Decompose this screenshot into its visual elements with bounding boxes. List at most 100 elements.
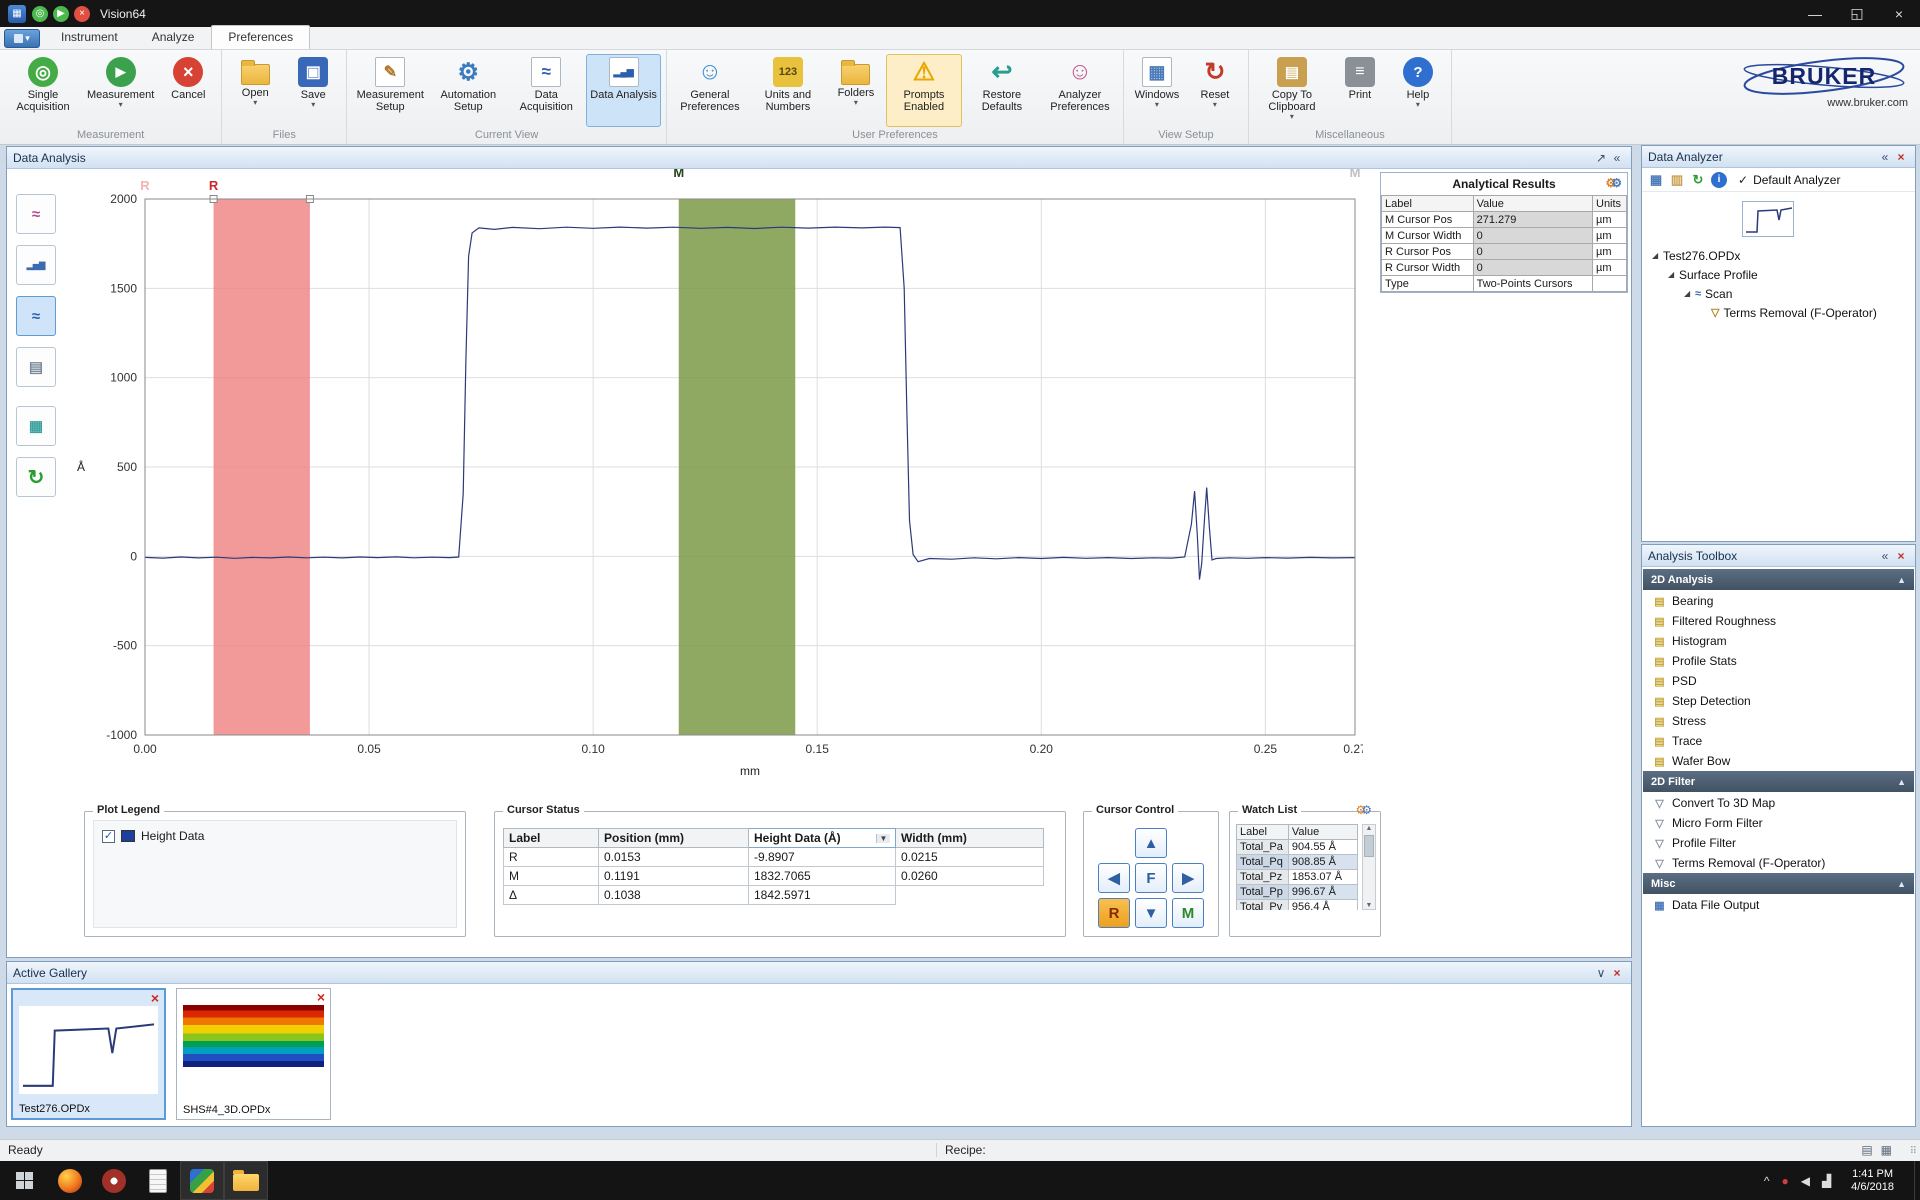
measurement-setup-button[interactable]: ✎Measurement Setup: [352, 54, 428, 127]
copy-to-clipboard-button[interactable]: ▤Copy To Clipboard▾: [1254, 54, 1330, 127]
tray-app-icon[interactable]: ●: [1781, 1174, 1788, 1188]
qat-cancel-icon[interactable]: ×: [74, 6, 90, 22]
tree-expander-icon[interactable]: ◢: [1668, 270, 1679, 279]
hidden-icons-button[interactable]: ^: [1764, 1174, 1770, 1188]
wind-ows-button[interactable]: ▦Wind­ows▾: [1129, 54, 1185, 127]
close-thumbnail-icon[interactable]: ×: [317, 990, 325, 1004]
measurement-button[interactable]: ▶Measurement▾: [83, 54, 158, 127]
undock-panel-icon[interactable]: ↗: [1593, 151, 1609, 165]
restore-button[interactable]: ◱: [1836, 0, 1878, 27]
r-cursor-region[interactable]: [214, 199, 310, 735]
toolbox-item-profile-stats[interactable]: ▤Profile Stats: [1643, 651, 1914, 671]
help-button[interactable]: ?Help▾: [1390, 54, 1446, 127]
toolbox-section-2d-analysis[interactable]: 2D Analysis▲: [1643, 569, 1914, 590]
single-acquisition-button[interactable]: ◎Single Acquisition: [5, 54, 81, 127]
legend-checkbox[interactable]: ✓: [102, 830, 115, 843]
toolbox-item-filtered-roughness[interactable]: ▤Filtered Roughness: [1643, 611, 1914, 631]
collapse-panel-icon[interactable]: «: [1877, 150, 1893, 164]
close-panel-icon[interactable]: ×: [1609, 966, 1625, 980]
collapse-panel-icon[interactable]: «: [1877, 549, 1893, 563]
watch-list-settings-gears-icon[interactable]: ⚙⚙: [1355, 803, 1372, 817]
cursor-up-button[interactable]: ▲: [1135, 828, 1167, 858]
tab-instrument[interactable]: Instrument: [44, 25, 135, 49]
multi-plot-tool[interactable]: ≈: [16, 194, 56, 234]
open-button[interactable]: Open▾: [227, 54, 283, 127]
default-analyzer-label[interactable]: Default Analyzer: [1753, 173, 1840, 187]
toolbox-item-step-detection[interactable]: ▤Step Detection: [1643, 691, 1914, 711]
cursor-down-button[interactable]: ▼: [1135, 898, 1167, 928]
folders-button[interactable]: Folders▾: [828, 54, 884, 127]
tree-item-test276-opdx[interactable]: ◢Test276.OPDx: [1648, 246, 1911, 265]
save-analyzer-icon[interactable]: ▥: [1669, 172, 1685, 188]
histogram-tool[interactable]: ▂▅▇: [16, 245, 56, 285]
toolbox-item-histogram[interactable]: ▤Histogram: [1643, 631, 1914, 651]
cursor-m-button[interactable]: M: [1172, 898, 1204, 928]
collapse-panel-icon[interactable]: ∨: [1593, 966, 1609, 980]
chevron-down-icon[interactable]: ▼: [876, 834, 890, 843]
analytical-results-settings-gears-icon[interactable]: ⚙⚙: [1605, 176, 1622, 190]
cursor-f-button[interactable]: F: [1135, 863, 1167, 893]
tree-item-terms-removal-f-operator[interactable]: ▽Terms Removal (F-Operator): [1648, 303, 1911, 322]
watch-list-scrollbar[interactable]: ▲ ▼: [1362, 824, 1376, 910]
tree-expander-icon[interactable]: ◢: [1684, 289, 1695, 298]
minimize-button[interactable]: —: [1794, 0, 1836, 27]
report-tool[interactable]: ▤: [16, 347, 56, 387]
start-button[interactable]: [0, 1161, 48, 1200]
qat-measurement-icon[interactable]: ▶: [53, 6, 69, 22]
close-button[interactable]: ×: [1878, 0, 1920, 27]
cursor-right-button[interactable]: ▶: [1172, 863, 1204, 893]
toolbox-item-micro-form-filter[interactable]: ▽Micro Form Filter: [1643, 813, 1914, 833]
refresh-tool[interactable]: ↻: [16, 457, 56, 497]
save-button[interactable]: ▣Save▾: [285, 54, 341, 127]
volume-icon[interactable]: ◀: [1801, 1174, 1810, 1188]
show-desktop-button[interactable]: [1914, 1161, 1920, 1200]
network-icon[interactable]: ▟: [1822, 1174, 1831, 1188]
taskbar-notes-app-icon[interactable]: [136, 1161, 180, 1200]
taskbar-browser-app-icon[interactable]: [92, 1161, 136, 1200]
units-and-numbers-button[interactable]: 123Units and Numbers: [750, 54, 826, 127]
scroll-up-icon[interactable]: ▲: [1366, 825, 1373, 832]
scrollbar-thumb[interactable]: [1364, 835, 1374, 857]
toolbox-item-bearing[interactable]: ▤Bearing: [1643, 591, 1914, 611]
taskbar-clock[interactable]: 1:41 PM 4/6/2018: [1843, 1168, 1902, 1194]
collapse-arrow-icon[interactable]: ▲: [1897, 575, 1906, 585]
collapse-arrow-icon[interactable]: ▲: [1897, 777, 1906, 787]
taskbar-media-app-icon[interactable]: [48, 1161, 92, 1200]
gallery-item-test276-opdx[interactable]: ×Test276.OPDx: [11, 988, 166, 1120]
toolbox-item-stress[interactable]: ▤Stress: [1643, 711, 1914, 731]
blocks-tool[interactable]: ▦: [16, 406, 56, 446]
toolbox-item-wafer-bow[interactable]: ▤Wafer Bow: [1643, 751, 1914, 771]
tree-item-surface-profile[interactable]: ◢Surface Profile: [1648, 265, 1911, 284]
toolbox-item-convert-to-3d-map[interactable]: ▽Convert To 3D Map: [1643, 793, 1914, 813]
general-preferences-button[interactable]: ☺General Preferences: [672, 54, 748, 127]
toolbox-section-2d-filter[interactable]: 2D Filter▲: [1643, 771, 1914, 792]
tab-analyze[interactable]: Analyze: [135, 25, 212, 49]
cursor-left-button[interactable]: ◀: [1098, 863, 1130, 893]
status-view-toggle-1-icon[interactable]: ▤: [1861, 1143, 1872, 1157]
restore-defaults-button[interactable]: ↩Restore Defaults: [964, 54, 1040, 127]
print-button[interactable]: ≡Print: [1332, 54, 1388, 127]
collapse-panel-icon[interactable]: «: [1609, 151, 1625, 165]
new-analyzer-icon[interactable]: ▦: [1648, 172, 1664, 188]
status-view-toggle-2-icon[interactable]: ▦: [1881, 1143, 1892, 1157]
height-data-column-select[interactable]: Height Data (Å)▼: [749, 829, 896, 848]
profile-plot[interactable]: -1000-50005001000150020000.000.050.100.1…: [63, 169, 1363, 785]
toolbox-item-data-file-output[interactable]: ▦Data File Output: [1643, 895, 1914, 915]
tree-item-scan[interactable]: ◢≈Scan: [1648, 284, 1911, 303]
toolbox-item-trace[interactable]: ▤Trace: [1643, 731, 1914, 751]
tree-expander-icon[interactable]: ◢: [1652, 251, 1663, 260]
toolbox-item-profile-filter[interactable]: ▽Profile Filter: [1643, 833, 1914, 853]
refresh-analyzer-icon[interactable]: ↻: [1690, 172, 1706, 188]
application-menu-button[interactable]: ▾: [4, 29, 40, 48]
toolbox-section-misc[interactable]: Misc▲: [1643, 873, 1914, 894]
taskbar-vision64-app-icon[interactable]: [180, 1161, 224, 1200]
tab-preferences[interactable]: Preferences: [211, 25, 310, 49]
close-panel-icon[interactable]: ×: [1893, 549, 1909, 563]
analyzer-info-icon[interactable]: i: [1711, 172, 1727, 188]
cursor-r-button[interactable]: R: [1098, 898, 1130, 928]
taskbar-explorer-app-icon[interactable]: [224, 1161, 268, 1200]
toolbox-item-terms-removal-f-operator[interactable]: ▽Terms Removal (F-Operator): [1643, 853, 1914, 873]
collapse-arrow-icon[interactable]: ▲: [1897, 879, 1906, 889]
cancel-button[interactable]: ×Cancel: [160, 54, 216, 127]
m-cursor-region[interactable]: [679, 199, 796, 735]
